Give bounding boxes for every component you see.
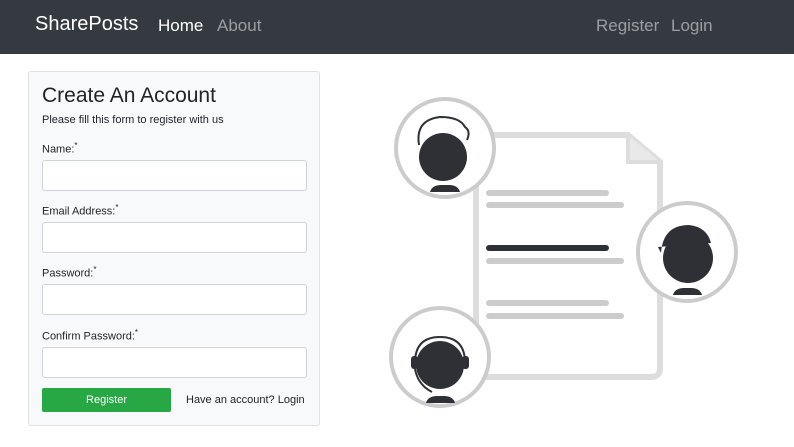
password-field[interactable] xyxy=(42,284,307,315)
confirm-password-label: Confirm Password:* xyxy=(42,328,139,343)
form-title: Create An Account xyxy=(42,84,216,107)
nav-link-home[interactable]: Home xyxy=(158,16,203,36)
nav-link-login[interactable]: Login xyxy=(671,16,713,36)
email-label: Email Address:* xyxy=(42,203,119,218)
brand-logo[interactable]: SharePosts xyxy=(35,13,138,36)
top-navbar: SharePosts Home About Register Login xyxy=(0,0,794,54)
avatar-icon xyxy=(394,97,496,199)
required-mark: * xyxy=(134,328,139,337)
name-field[interactable] xyxy=(42,160,307,191)
email-field[interactable] xyxy=(42,222,307,253)
nav-link-register[interactable]: Register xyxy=(596,16,659,36)
name-label: Name:* xyxy=(42,141,78,156)
login-link[interactable]: Have an account? Login xyxy=(186,394,305,406)
confirm-password-field[interactable] xyxy=(42,347,307,378)
form-subtitle: Please fill this form to register with u… xyxy=(42,114,224,126)
avatar-icon xyxy=(389,306,491,408)
register-card: Create An Account Please fill this form … xyxy=(28,71,320,426)
required-mark: * xyxy=(115,203,119,212)
avatar-icon xyxy=(636,201,738,303)
nav-link-about[interactable]: About xyxy=(217,16,261,36)
password-label: Password:* xyxy=(42,265,97,280)
required-mark: * xyxy=(93,265,97,274)
document-collaboration-illustration xyxy=(389,97,738,408)
document-icon xyxy=(473,132,663,380)
required-mark: * xyxy=(74,141,78,150)
register-button[interactable]: Register xyxy=(42,388,171,412)
